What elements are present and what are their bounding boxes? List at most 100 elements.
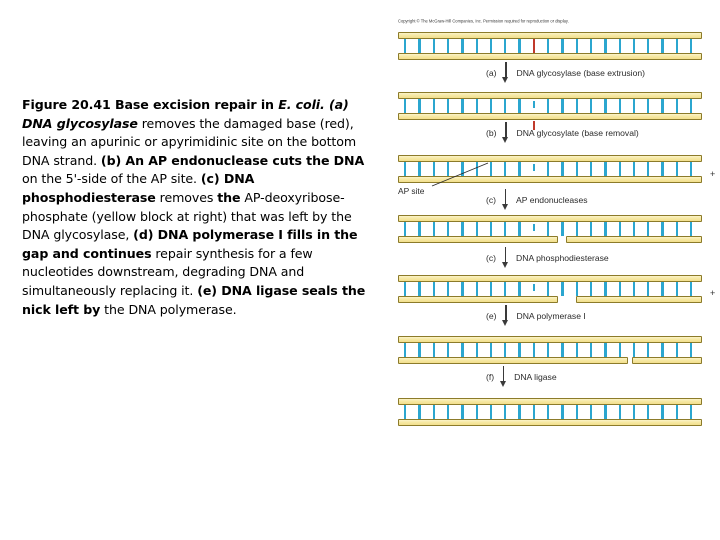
dna-backbone-bottom: [566, 236, 702, 243]
base-pair: [690, 39, 693, 53]
base-pair: [561, 162, 564, 176]
base-pair: [432, 405, 435, 419]
base-pair: [547, 282, 550, 296]
dna-backbone-bottom: [398, 296, 558, 303]
base-pair: [632, 405, 636, 419]
base-pair: [661, 343, 664, 357]
base-pair: [432, 162, 435, 176]
base-pair: [418, 343, 421, 357]
pathway-step-b-1: (b) DNA glycosylate (base removal): [486, 122, 639, 144]
base-pair: [547, 162, 550, 176]
base-pair: [404, 162, 407, 176]
base-pair: [475, 405, 478, 419]
base-excision-repair-diagram: Copyright © The McGraw-Hill Companies, I…: [380, 0, 720, 440]
caption-run: the: [217, 189, 241, 205]
dna-backbone-bottom: [398, 53, 702, 60]
base-pair: [475, 343, 478, 357]
step-enzyme-label: AP endonucleases: [516, 195, 588, 205]
base-pair: [518, 343, 521, 357]
base-pair: [532, 343, 536, 357]
base-pair: [575, 39, 578, 53]
base-pair: [461, 99, 464, 113]
base-pair: [575, 222, 578, 236]
base-pair: [561, 39, 564, 53]
base-pair: [404, 99, 407, 113]
base-pair: [475, 222, 478, 236]
base-pair: [575, 282, 578, 296]
base-pair: [690, 162, 693, 176]
base-pair: [461, 162, 464, 176]
base-pair: [518, 282, 521, 296]
dna-backbone-bottom: [398, 113, 702, 120]
plus-symbol: +: [710, 168, 716, 179]
base-pair: [618, 343, 621, 357]
base-pair: [504, 222, 507, 236]
base-pair: [446, 405, 450, 419]
base-pair: [532, 405, 536, 419]
base-pair: [418, 222, 421, 236]
base-pair: [604, 282, 607, 296]
base-pair: [404, 222, 407, 236]
caption-run: on the 5'-side of the AP site.: [22, 171, 201, 187]
base-pair: [618, 99, 621, 113]
base-pair: [575, 343, 578, 357]
base-pair: [518, 99, 521, 113]
base-pair: [504, 282, 507, 296]
base-pair: [690, 343, 693, 357]
down-arrow-icon: [502, 305, 511, 327]
base-pair: [404, 39, 407, 53]
plus-symbol: +: [710, 288, 716, 298]
dna-backbone-top: [398, 275, 702, 282]
base-pair: [446, 99, 450, 113]
base-pair: [647, 39, 650, 53]
damaged-base-pair: [532, 39, 536, 53]
base-pair: [661, 222, 664, 236]
step-enzyme-label: DNA polymerase I: [516, 311, 586, 321]
base-pair: [461, 405, 464, 419]
base-pair: [661, 405, 664, 419]
base-pair: [661, 162, 664, 176]
base-pair: [647, 162, 650, 176]
base-pair: [561, 405, 564, 419]
base-pair: [589, 222, 593, 236]
dna-backbone-bottom: [398, 176, 702, 183]
excised-base-product: +: [710, 168, 720, 179]
base-pair: [561, 99, 564, 113]
slide-canvas: Figure 20.41 Base excision repair in E. …: [0, 0, 720, 540]
base-pair: [432, 99, 435, 113]
base-pair: [404, 282, 407, 296]
base-pair: [418, 162, 421, 176]
base-pair: [675, 39, 679, 53]
ap-deoxyribose-phosphate-product: +: [710, 288, 720, 298]
step-tag: (c): [486, 253, 497, 263]
dna-backbone-top: [398, 215, 702, 222]
base-pair: [632, 282, 636, 296]
base-pair: [518, 222, 521, 236]
step-tag: (c): [486, 195, 497, 205]
step-tag: (a): [486, 68, 497, 78]
dna-duplex-base-extruded: [380, 92, 720, 130]
base-pair: [604, 39, 607, 53]
base-pair: [489, 99, 493, 113]
base-pair: [647, 282, 650, 296]
base-pair: [675, 222, 679, 236]
caption-run: (b) An AP endonuclease cuts the DNA: [100, 152, 365, 168]
base-pair: [418, 99, 421, 113]
base-pair: [532, 101, 536, 108]
base-pair: [504, 405, 507, 419]
base-pair: [518, 39, 521, 53]
dna-backbone-bottom: [632, 357, 702, 364]
step-enzyme-label: DNA glycosylate (base removal): [516, 128, 639, 138]
caption-run: removes: [155, 189, 218, 205]
base-pair: [432, 222, 435, 236]
dna-backbone-bottom: [398, 419, 702, 426]
pathway-step-a-0: (a) DNA glycosylase (base extrusion): [486, 62, 645, 84]
base-pair: [561, 282, 564, 296]
base-pair: [690, 222, 693, 236]
base-pair: [532, 284, 536, 291]
dna-backbone-top: [398, 398, 702, 405]
dna-duplex-intact: [380, 32, 720, 62]
dna-backbone-top: [398, 92, 702, 99]
base-pair: [547, 343, 550, 357]
base-pair: [675, 405, 679, 419]
